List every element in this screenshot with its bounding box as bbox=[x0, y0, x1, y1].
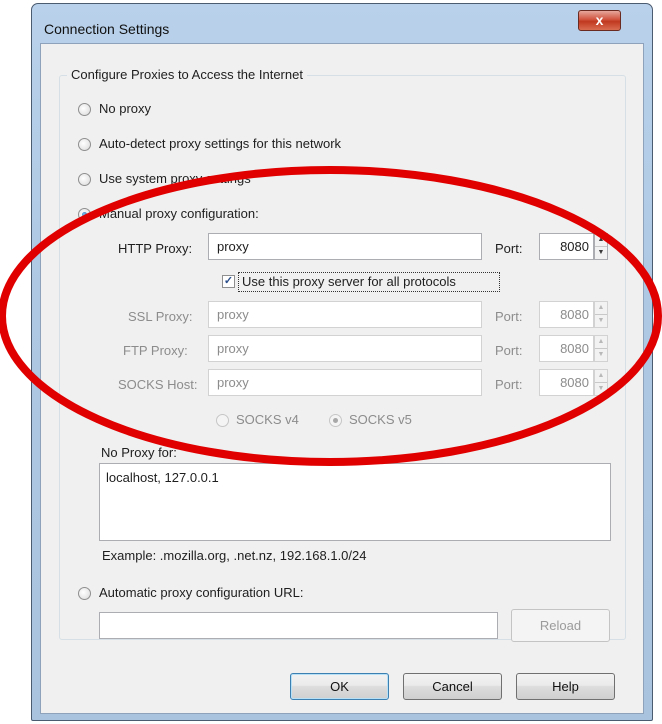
ok-button[interactable]: OK bbox=[290, 673, 389, 700]
ftp-port-spinner[interactable]: ▲ ▼ bbox=[594, 335, 608, 362]
no-proxy-for-textarea[interactable]: localhost, 127.0.0.1 bbox=[99, 463, 611, 541]
spin-down-icon[interactable]: ▼ bbox=[595, 315, 607, 327]
spin-up-icon[interactable]: ▲ bbox=[595, 336, 607, 349]
spin-up-icon[interactable]: ▲ bbox=[595, 302, 607, 315]
socks-host-input[interactable]: proxy bbox=[208, 369, 482, 396]
ftp-proxy-input[interactable]: proxy bbox=[208, 335, 482, 362]
manual-proxy-radio[interactable] bbox=[78, 208, 91, 221]
http-proxy-input[interactable]: proxy bbox=[208, 233, 482, 260]
socks-port-spinner[interactable]: ▲ ▼ bbox=[594, 369, 608, 396]
no-proxy-label[interactable]: No proxy bbox=[99, 101, 151, 116]
check-icon: ✓ bbox=[223, 275, 234, 287]
http-proxy-label: HTTP Proxy: bbox=[118, 241, 193, 256]
auto-detect-label[interactable]: Auto-detect proxy settings for this netw… bbox=[99, 136, 341, 151]
socks-port-input[interactable]: 8080 bbox=[539, 369, 594, 396]
socks-port-label: Port: bbox=[495, 377, 523, 392]
system-proxy-radio[interactable] bbox=[78, 173, 91, 186]
spin-down-icon[interactable]: ▼ bbox=[595, 247, 607, 259]
pac-url-input[interactable] bbox=[99, 612, 498, 639]
ftp-port-label: Port: bbox=[495, 343, 523, 358]
pac-url-label[interactable]: Automatic proxy configuration URL: bbox=[99, 585, 303, 600]
ssl-port-spinner[interactable]: ▲ ▼ bbox=[594, 301, 608, 328]
socks-v4-radio[interactable] bbox=[216, 414, 229, 427]
http-port-label: Port: bbox=[495, 241, 523, 256]
pac-url-radio[interactable] bbox=[78, 587, 91, 600]
ssl-port-input[interactable]: 8080 bbox=[539, 301, 594, 328]
system-proxy-label[interactable]: Use system proxy settings bbox=[99, 171, 251, 186]
window-title: Connection Settings bbox=[44, 21, 170, 37]
spin-down-icon[interactable]: ▼ bbox=[595, 349, 607, 361]
ftp-proxy-label: FTP Proxy: bbox=[123, 343, 188, 358]
no-proxy-radio[interactable] bbox=[78, 103, 91, 116]
http-port-input[interactable]: 8080 bbox=[539, 233, 594, 260]
socks-v5-radio[interactable] bbox=[329, 414, 342, 427]
close-icon: x bbox=[595, 12, 604, 28]
no-proxy-for-label: No Proxy for: bbox=[101, 445, 177, 460]
socks-host-label: SOCKS Host: bbox=[118, 377, 198, 392]
no-proxy-example-text: Example: .mozilla.org, .net.nz, 192.168.… bbox=[102, 548, 367, 563]
ftp-port-input[interactable]: 8080 bbox=[539, 335, 594, 362]
auto-detect-radio[interactable] bbox=[78, 138, 91, 151]
share-settings-label[interactable]: Use this proxy server for all protocols bbox=[242, 274, 456, 289]
ssl-port-label: Port: bbox=[495, 309, 523, 324]
cancel-button[interactable]: Cancel bbox=[403, 673, 502, 700]
http-port-spinner[interactable]: ▲ ▼ bbox=[594, 233, 608, 260]
groupbox-title: Configure Proxies to Access the Internet bbox=[67, 67, 307, 82]
ssl-proxy-label: SSL Proxy: bbox=[128, 309, 193, 324]
spin-down-icon[interactable]: ▼ bbox=[595, 383, 607, 395]
manual-proxy-label[interactable]: Manual proxy configuration: bbox=[99, 206, 259, 221]
socks-v5-label[interactable]: SOCKS v5 bbox=[349, 412, 412, 427]
spin-up-icon[interactable]: ▲ bbox=[595, 234, 607, 247]
share-settings-checkbox[interactable]: ✓ bbox=[222, 275, 235, 288]
socks-v4-label[interactable]: SOCKS v4 bbox=[236, 412, 299, 427]
reload-button[interactable]: Reload bbox=[511, 609, 610, 642]
ssl-proxy-input[interactable]: proxy bbox=[208, 301, 482, 328]
close-button[interactable]: x bbox=[578, 10, 621, 31]
spin-up-icon[interactable]: ▲ bbox=[595, 370, 607, 383]
help-button[interactable]: Help bbox=[516, 673, 615, 700]
